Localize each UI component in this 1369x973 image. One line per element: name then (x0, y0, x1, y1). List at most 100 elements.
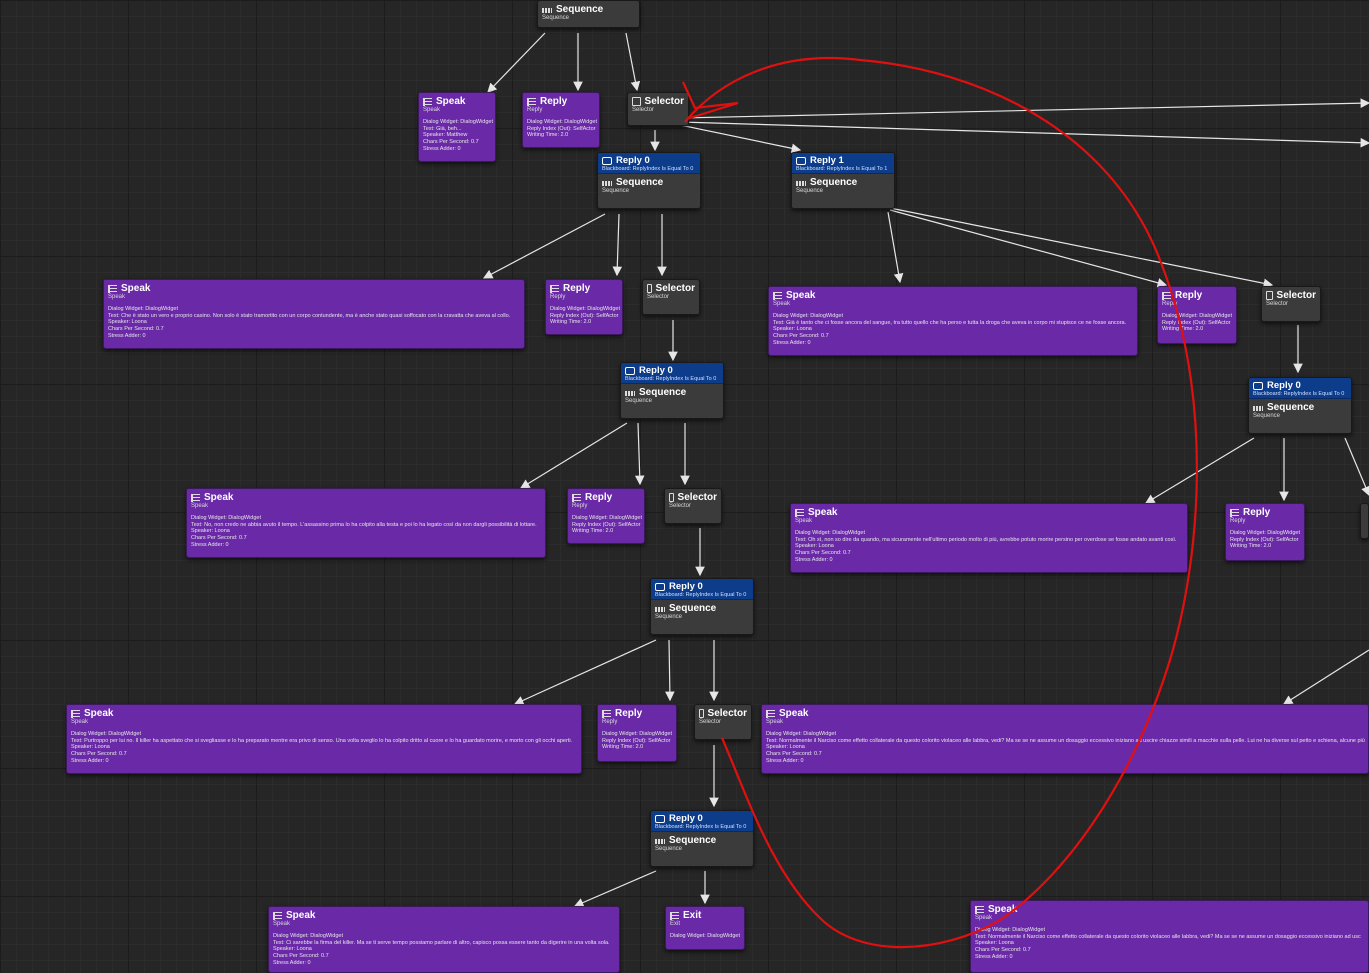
partial-node-edge[interactable] (1360, 503, 1369, 539)
selector-node[interactable]: Selector Selector (1261, 286, 1321, 322)
node-pin (1158, 287, 1159, 288)
property-line: Dialog Widget: DialogWidget (670, 933, 741, 939)
node-subtitle: Sequence (655, 846, 683, 852)
decorated-sequence-node[interactable]: Reply 1 Blackboard: ReplyIndex Is Equal … (791, 152, 895, 209)
reply-node[interactable]: Reply Reply Dialog Widget: DialogWidget … (1157, 286, 1237, 344)
property-line: Chars Per Second: 0.7 (975, 947, 1031, 954)
decorated-sequence-node[interactable]: Reply 0 Blackboard: ReplyIndex Is Equal … (1248, 377, 1352, 434)
node-pin (791, 504, 792, 505)
property-line: Reply Index (Out): SelfActor (602, 737, 671, 744)
selector-node[interactable]: Selector Selector (642, 279, 700, 315)
speak-node[interactable]: Speak Speak Dialog Widget: DialogWidget … (768, 286, 1138, 356)
speak-node[interactable]: Speak Speak Dialog Widget: DialogWidget … (186, 488, 546, 558)
property-line: Chars Per Second: 0.7 (191, 535, 247, 542)
task-icon (191, 493, 200, 502)
node-subtitle: Sequence (542, 15, 570, 21)
property-line: Stress Adder: 0 (766, 757, 804, 764)
node-title: Speak (436, 96, 466, 107)
decorated-sequence-node[interactable]: Reply 0 Blackboard: ReplyIndex Is Equal … (650, 810, 754, 867)
node-properties: Dialog Widget: DialogWidget Reply Index … (546, 300, 622, 328)
property-line: Chars Per Second: 0.7 (108, 326, 164, 333)
property-line: Text: Oh sì, non so dire da quando, ma s… (795, 536, 1177, 543)
node-pin (419, 93, 420, 94)
property-line: Writing Time: 2.0 (1162, 326, 1204, 333)
node-title: Reply (540, 96, 568, 107)
blackboard-decorator[interactable]: Reply 0 Blackboard: ReplyIndex Is Equal … (598, 153, 700, 174)
property-line: Chars Per Second: 0.7 (795, 550, 851, 557)
property-line: Text: Che è stato un vero e proprio casi… (108, 312, 511, 319)
property-line: Reply Index (Out): SelfActor (527, 125, 596, 132)
wire (679, 121, 1369, 148)
node-title: Speak (808, 507, 838, 518)
node-title: Sequence (810, 177, 858, 188)
task-icon (766, 709, 775, 718)
property-line: Writing Time: 2.0 (527, 132, 569, 139)
node-subtitle: Sequence (796, 188, 824, 194)
decorated-sequence-node[interactable]: Reply 0 Blackboard: ReplyIndex Is Equal … (620, 362, 724, 419)
reply-decorator-icon (655, 814, 665, 823)
property-line: Dialog Widget: DialogWidget (1162, 313, 1233, 319)
reply-node[interactable]: Reply Reply Dialog Widget: DialogWidget … (522, 92, 600, 148)
task-icon (1230, 508, 1239, 517)
sequence-icon (542, 7, 552, 13)
selector-icon (1266, 291, 1273, 300)
blackboard-decorator[interactable]: Reply 0 Blackboard: ReplyIndex Is Equal … (651, 811, 753, 832)
node-title: Reply (585, 492, 613, 503)
sequence-icon (796, 180, 806, 186)
wire (679, 98, 1369, 119)
node-pin (187, 489, 188, 490)
node-pin (67, 705, 68, 706)
task-icon (108, 284, 117, 293)
reply-node[interactable]: Reply Reply Dialog Widget: DialogWidget … (545, 279, 623, 335)
speak-node[interactable]: Speak Speak Dialog Widget: DialogWidget … (761, 704, 1369, 774)
node-title: Selector (677, 492, 717, 503)
speak-node[interactable]: Speak Speak Dialog Widget: DialogWidget … (418, 92, 496, 162)
decorated-sequence-node[interactable]: Reply 0 Blackboard: ReplyIndex Is Equal … (597, 152, 701, 209)
property-line: Text: Già è tanto che ci fosse ancora de… (773, 319, 1127, 326)
decorator-condition: Blackboard: ReplyIndex Is Equal To 0 (1253, 391, 1345, 397)
wire (634, 422, 645, 486)
reply-node[interactable]: Reply Reply Dialog Widget: DialogWidget … (597, 704, 677, 762)
speak-node[interactable]: Speak Speak Dialog Widget: DialogWidget … (268, 906, 620, 973)
selector-node[interactable]: Selector Selector (694, 704, 752, 740)
speak-node[interactable]: Speak Speak Dialog Widget: DialogWidget … (790, 503, 1188, 573)
wire (889, 209, 1168, 288)
decorator-title: Reply 1 (810, 155, 844, 166)
node-properties: Dialog Widget: DialogWidget Reply Index … (523, 113, 599, 141)
selector-node[interactable]: Selector Selector (664, 488, 722, 524)
node-pin (762, 705, 763, 706)
decorator-title: Reply 0 (1267, 380, 1301, 391)
blackboard-decorator[interactable]: Reply 1 Blackboard: ReplyIndex Is Equal … (792, 153, 894, 174)
reply-decorator-icon (796, 156, 806, 165)
blackboard-decorator[interactable]: Reply 0 Blackboard: ReplyIndex Is Equal … (1249, 378, 1351, 399)
task-icon (423, 97, 432, 106)
node-pin (769, 287, 770, 288)
node-title: Speak (988, 904, 1018, 915)
reply-node[interactable]: Reply Reply Dialog Widget: DialogWidget … (567, 488, 645, 544)
node-pin (269, 907, 270, 908)
property-line: Chars Per Second: 0.7 (773, 333, 829, 340)
wire (665, 639, 675, 702)
decorated-sequence-node[interactable]: Reply 0 Blackboard: ReplyIndex Is Equal … (650, 578, 754, 635)
speak-node[interactable]: Speak Speak Dialog Widget: DialogWidget … (970, 900, 1369, 973)
property-line: Dialog Widget: DialogWidget (550, 306, 621, 312)
property-line: Text: Normalmente il Narciso come effett… (766, 737, 1365, 744)
selector-node[interactable]: Selector Selector (627, 92, 689, 126)
node-pin (1226, 504, 1227, 505)
blackboard-decorator[interactable]: Reply 0 Blackboard: ReplyIndex Is Equal … (621, 363, 723, 384)
reply-node[interactable]: Reply Reply Dialog Widget: DialogWidget … (1225, 503, 1305, 561)
wire (1144, 437, 1255, 504)
reply-decorator-icon (602, 156, 612, 165)
decorator-title: Reply 0 (616, 155, 650, 166)
node-properties: Dialog Widget: DialogWidget (666, 927, 744, 942)
node-title: Sequence (669, 835, 717, 846)
root-sequence-node[interactable]: Sequence Sequence (537, 0, 640, 28)
wire (625, 32, 641, 92)
speak-node[interactable]: Speak Speak Dialog Widget: DialogWidget … (103, 279, 525, 349)
property-line: Stress Adder: 0 (273, 959, 311, 966)
node-properties: Dialog Widget: DialogWidget Text: Già, b… (419, 113, 495, 155)
exit-node[interactable]: Exit Exit Dialog Widget: DialogWidget (665, 906, 745, 950)
blackboard-decorator[interactable]: Reply 0 Blackboard: ReplyIndex Is Equal … (651, 579, 753, 600)
property-line: Writing Time: 2.0 (602, 744, 644, 751)
speak-node[interactable]: Speak Speak Dialog Widget: DialogWidget … (66, 704, 582, 774)
